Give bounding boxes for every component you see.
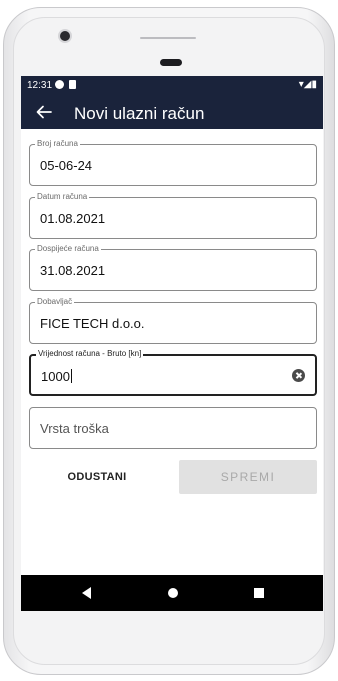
- screen: 12:31 ▾◢▮ Novi ulazni račun Broj računa …: [21, 76, 323, 611]
- back-arrow-icon[interactable]: [35, 103, 53, 121]
- expense-type-field[interactable]: Vrsta troška: [29, 407, 317, 449]
- cancel-button[interactable]: ODUSTANI: [45, 460, 149, 494]
- invoice-number-value: 05-06-24: [40, 158, 93, 173]
- supplier-label: Dobavljač: [35, 296, 75, 308]
- supplier-field[interactable]: Dobavljač FICE TECH d.o.o.: [29, 296, 317, 344]
- expense-type-placeholder: Vrsta troška: [40, 421, 109, 436]
- supplier-value: FICE TECH d.o.o.: [40, 316, 145, 331]
- nav-back-icon[interactable]: [82, 587, 91, 599]
- status-time: 12:31: [27, 80, 53, 91]
- text-cursor: [70, 369, 72, 383]
- due-date-field[interactable]: Dospijeće računa 31.08.2021: [29, 243, 317, 291]
- due-date-value: 31.08.2021: [40, 263, 106, 278]
- navigation-bar: [21, 575, 323, 611]
- invoice-date-field[interactable]: Datum računa 01.08.2021: [29, 191, 317, 239]
- invoice-date-label: Datum računa: [35, 191, 90, 203]
- sensor-line: [140, 37, 196, 39]
- gross-amount-value: 1000: [41, 369, 70, 384]
- app-bar: Novi ulazni račun: [21, 96, 323, 129]
- clear-input-icon[interactable]: [292, 369, 305, 382]
- notification-icon: [69, 80, 76, 89]
- earpiece-speaker: [160, 59, 182, 66]
- app-notification-icon: [55, 80, 64, 89]
- gross-amount-input[interactable]: 1000: [41, 369, 72, 384]
- invoice-date-value: 01.08.2021: [40, 211, 106, 226]
- due-date-label: Dospijeće računa: [35, 243, 101, 255]
- invoice-number-field[interactable]: Broj računa 05-06-24: [29, 138, 317, 186]
- signal-battery-icons: ▾◢▮: [298, 79, 317, 90]
- save-button[interactable]: SPREMI: [179, 460, 317, 494]
- status-bar: 12:31 ▾◢▮: [21, 76, 323, 96]
- front-camera: [60, 31, 70, 41]
- invoice-number-label: Broj računa: [35, 138, 80, 150]
- page-title: Novi ulazni račun: [74, 104, 205, 123]
- gross-amount-label: Vrijednost računa - Bruto [kn]: [36, 348, 144, 360]
- nav-recents-icon[interactable]: [254, 588, 264, 598]
- nav-home-icon[interactable]: [168, 588, 178, 598]
- gross-amount-field[interactable]: Vrijednost računa - Bruto [kn] 1000: [29, 348, 317, 396]
